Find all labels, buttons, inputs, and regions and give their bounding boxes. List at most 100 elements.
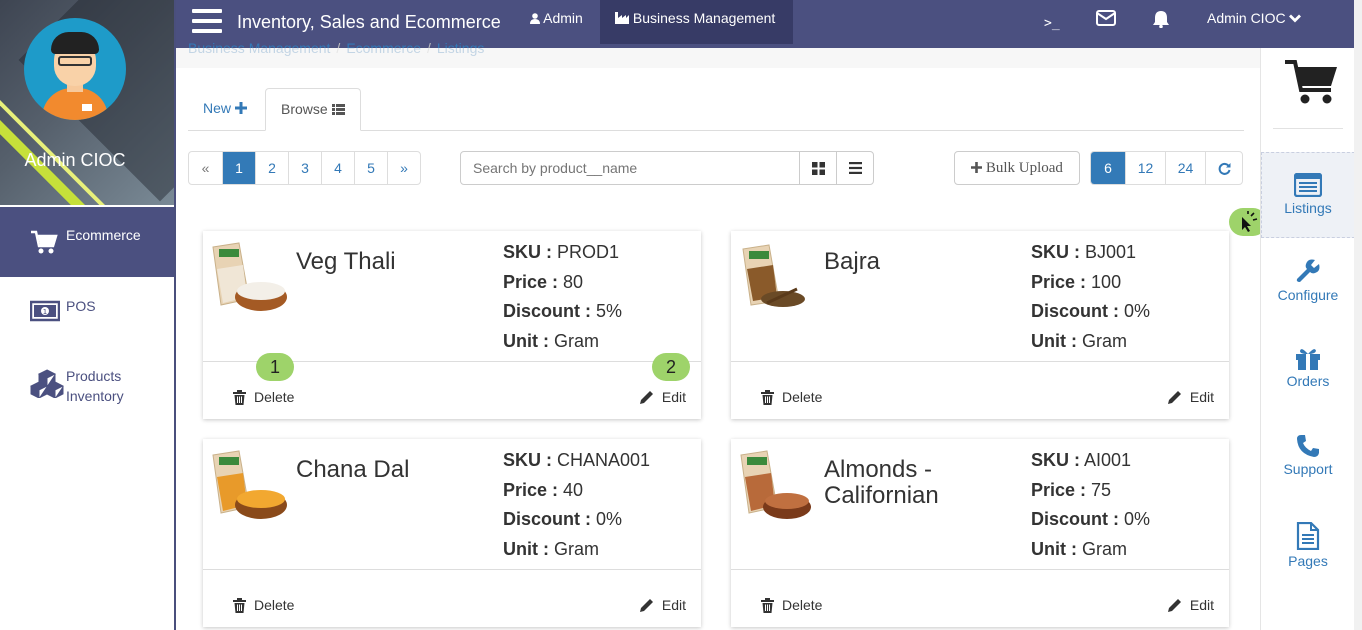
card-footer: Delete Edit bbox=[731, 569, 1229, 627]
grid-view-button[interactable] bbox=[799, 152, 836, 184]
price-value: 40 bbox=[563, 479, 584, 500]
price-label: Price : bbox=[503, 271, 559, 292]
scrollbar[interactable] bbox=[1354, 0, 1362, 630]
unit-label: Unit : bbox=[1031, 538, 1077, 559]
discount-value: 5% bbox=[596, 301, 623, 321]
discount-value: 0% bbox=[596, 509, 623, 529]
edit-button[interactable]: Edit bbox=[639, 389, 686, 405]
right-nav-listings[interactable]: Listings bbox=[1261, 152, 1355, 238]
delete-button[interactable]: Delete bbox=[761, 597, 822, 613]
page-2[interactable]: 2 bbox=[255, 152, 288, 184]
page-4[interactable]: 4 bbox=[321, 152, 354, 184]
sku-value: AI001 bbox=[1084, 450, 1132, 470]
envelope-icon[interactable] bbox=[1096, 10, 1116, 26]
discount-label: Discount : bbox=[1031, 509, 1119, 529]
right-nav-pages[interactable]: Pages bbox=[1261, 521, 1355, 569]
edit-button[interactable]: Edit bbox=[1167, 389, 1214, 405]
price-label: Price : bbox=[503, 479, 559, 500]
list-icon bbox=[331, 104, 345, 115]
nav-business-label: Business Management bbox=[632, 10, 776, 26]
product-specs: SKU : CHANA001 Price : 40 Discount : 0% … bbox=[503, 446, 650, 564]
page-1[interactable]: 1 bbox=[222, 152, 255, 184]
product-image[interactable] bbox=[737, 447, 815, 521]
sku-label: SKU : bbox=[503, 242, 552, 262]
pencil-icon bbox=[1167, 390, 1181, 404]
page-prev[interactable]: « bbox=[189, 152, 222, 184]
delete-button[interactable]: Delete bbox=[233, 389, 294, 405]
cart-icon[interactable] bbox=[1283, 56, 1339, 106]
product-name: Veg Thali bbox=[296, 248, 396, 275]
delete-button[interactable]: Delete bbox=[761, 389, 822, 405]
product-card: Chana Dal SKU : CHANA001 Price : 40 Disc… bbox=[203, 439, 701, 627]
edit-label: Edit bbox=[1189, 389, 1214, 405]
product-image[interactable] bbox=[209, 239, 287, 313]
page-size-12[interactable]: 12 bbox=[1125, 152, 1165, 184]
user-menu[interactable]: Admin CIOC bbox=[1207, 10, 1302, 26]
sidebar-item-ecommerce[interactable]: Ecommerce bbox=[0, 207, 174, 277]
refresh-button[interactable] bbox=[1205, 152, 1242, 184]
right-nav-label: Configure bbox=[1277, 287, 1339, 303]
unit-value: Gram bbox=[1082, 330, 1127, 351]
delete-label: Delete bbox=[254, 389, 295, 405]
tab-browse[interactable]: Browse bbox=[265, 88, 361, 131]
product-image[interactable] bbox=[737, 239, 815, 313]
profile-banner: Admin CIOC bbox=[0, 0, 174, 205]
page-size-24[interactable]: 24 bbox=[1165, 152, 1205, 184]
page-size-6[interactable]: 6 bbox=[1091, 152, 1125, 184]
delete-button[interactable]: Delete bbox=[233, 597, 294, 613]
price-value: 80 bbox=[563, 271, 584, 292]
product-card: Bajra SKU : BJ001 Price : 100 Discount :… bbox=[731, 231, 1229, 419]
list-view-button[interactable] bbox=[836, 152, 873, 184]
trash-icon bbox=[233, 389, 246, 405]
bell-icon[interactable] bbox=[1152, 10, 1170, 28]
tab-new-label: New bbox=[203, 100, 232, 116]
unit-label: Unit : bbox=[503, 538, 549, 559]
bulk-upload-button[interactable]: Bulk Upload bbox=[954, 151, 1080, 185]
card-footer: Delete Edit bbox=[203, 569, 701, 627]
chevron-down-icon bbox=[1289, 14, 1302, 23]
edit-label: Edit bbox=[661, 389, 686, 405]
avatar[interactable] bbox=[24, 18, 126, 120]
sidebar-item-products-inventory[interactable]: Products Inventory bbox=[0, 360, 174, 430]
terminal-icon[interactable]: >_ bbox=[1044, 16, 1060, 31]
discount-value: 0% bbox=[1124, 509, 1151, 529]
unit-label: Unit : bbox=[503, 330, 549, 351]
delete-label: Delete bbox=[254, 597, 295, 613]
right-nav-label: Pages bbox=[1288, 553, 1328, 569]
edit-label: Edit bbox=[661, 597, 686, 613]
sidebar-item-pos[interactable]: 1 POS bbox=[0, 280, 174, 350]
card-footer: Delete Edit bbox=[731, 361, 1229, 419]
pencil-icon bbox=[639, 390, 653, 404]
unit-value: Gram bbox=[554, 330, 599, 351]
unit-value: Gram bbox=[1082, 538, 1127, 559]
right-nav-orders[interactable]: Orders bbox=[1261, 346, 1355, 389]
nav-admin[interactable]: Admin bbox=[530, 0, 583, 44]
divider bbox=[1273, 128, 1343, 129]
product-specs: SKU : PROD1 Price : 80 Discount : 5% Uni… bbox=[503, 238, 622, 356]
unit-value: Gram bbox=[554, 538, 599, 559]
right-nav-label: Listings bbox=[1284, 200, 1332, 216]
profile-name: Admin CIOC bbox=[24, 150, 126, 170]
page-5[interactable]: 5 bbox=[354, 152, 387, 184]
discount-label: Discount : bbox=[1031, 301, 1119, 321]
right-sidebar: Listings Configure Orders Support Pages bbox=[1260, 48, 1355, 630]
gift-icon bbox=[1296, 349, 1320, 370]
nav-admin-label: Admin bbox=[543, 10, 583, 26]
nav-business-management[interactable]: Business Management bbox=[600, 0, 793, 44]
right-nav-support[interactable]: Support bbox=[1261, 434, 1355, 477]
page-next[interactable]: » bbox=[387, 152, 420, 184]
edit-button[interactable]: Edit bbox=[1167, 597, 1214, 613]
right-nav-label: Support bbox=[1283, 461, 1333, 477]
discount-value: 0% bbox=[1124, 301, 1151, 321]
right-nav-configure[interactable]: Configure bbox=[1261, 258, 1355, 303]
menu-icon[interactable] bbox=[192, 9, 222, 35]
sku-label: SKU : bbox=[1031, 242, 1080, 262]
edit-button[interactable]: Edit bbox=[639, 597, 686, 613]
bars-icon bbox=[848, 162, 862, 174]
tab-new[interactable]: New bbox=[188, 88, 262, 131]
search-group bbox=[460, 151, 874, 185]
page-3[interactable]: 3 bbox=[288, 152, 321, 184]
edit-label: Edit bbox=[1189, 597, 1214, 613]
product-image[interactable] bbox=[209, 447, 287, 521]
search-input[interactable] bbox=[461, 152, 799, 184]
